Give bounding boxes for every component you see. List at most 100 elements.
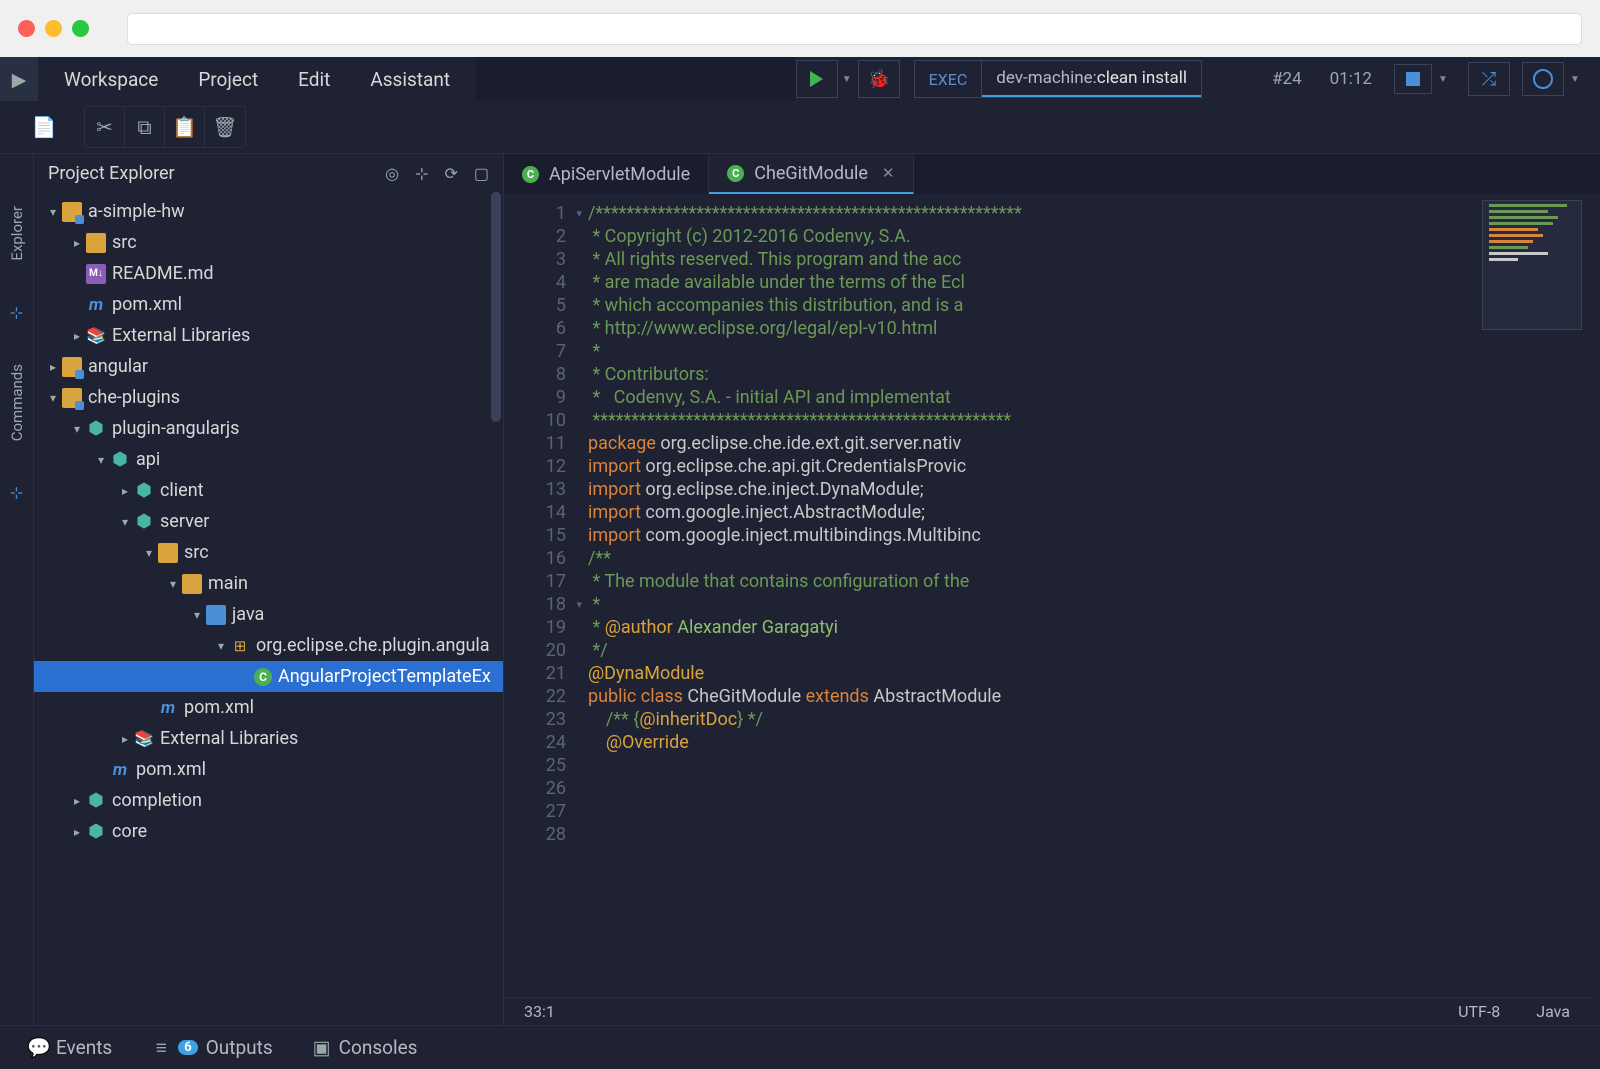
- twisty-icon[interactable]: ▸: [68, 794, 86, 808]
- copy-icon: ⧉: [137, 115, 151, 139]
- tree-row[interactable]: ▸angular: [34, 351, 503, 382]
- twisty-icon[interactable]: ▾: [44, 205, 62, 219]
- menu-workspace[interactable]: Workspace: [64, 68, 158, 91]
- tree-row[interactable]: ▾⊞org.eclipse.che.plugin.angula: [34, 630, 503, 661]
- run-button[interactable]: [796, 60, 838, 98]
- twisty-icon[interactable]: ▾: [164, 577, 182, 591]
- close-icon[interactable]: ✕: [882, 164, 895, 182]
- tree-scrollbar[interactable]: [491, 192, 501, 422]
- tree-row[interactable]: ▾main: [34, 568, 503, 599]
- mvn-icon: m: [158, 698, 178, 718]
- cube-icon: ⬢: [134, 481, 154, 501]
- editor-tab[interactable]: CCheGitModule✕: [709, 154, 913, 194]
- tree-row[interactable]: ▸📚External Libraries: [34, 723, 503, 754]
- settings-button[interactable]: [1522, 62, 1564, 96]
- tree-row[interactable]: ▾⬢api: [34, 444, 503, 475]
- tree-label: server: [160, 511, 209, 532]
- copy-button[interactable]: ⧉: [125, 107, 165, 147]
- tree-label: plugin-angularjs: [112, 418, 239, 439]
- tree-label: a-simple-hw: [88, 201, 185, 222]
- tree-row[interactable]: mpom.xml: [34, 289, 503, 320]
- tree-row[interactable]: ▸⬢client: [34, 475, 503, 506]
- tree-row[interactable]: ▸⬢completion: [34, 785, 503, 816]
- delete-button[interactable]: 🗑: [205, 107, 245, 147]
- twisty-icon[interactable]: ▾: [92, 453, 110, 467]
- tree-label: External Libraries: [112, 325, 250, 346]
- run-dropdown-icon[interactable]: ▼: [840, 74, 854, 85]
- minimap[interactable]: [1482, 200, 1582, 330]
- tree-row[interactable]: mpom.xml: [34, 754, 503, 785]
- twisty-icon[interactable]: ▾: [188, 608, 206, 622]
- twisty-icon[interactable]: ▸: [116, 484, 134, 498]
- twisty-icon[interactable]: ▸: [116, 732, 134, 746]
- paste-button[interactable]: 📋: [165, 107, 205, 147]
- collapse-icon[interactable]: ⊹: [415, 164, 428, 183]
- explorer-tree[interactable]: ▾a-simple-hw▸srcM↓README.mdmpom.xml▸📚Ext…: [34, 192, 503, 1025]
- rail-explorer[interactable]: Explorer: [8, 194, 26, 273]
- editor-tabs: CApiServletModuleCCheGitModule✕: [504, 154, 1600, 194]
- settings-dropdown-icon[interactable]: ▼: [1564, 74, 1586, 85]
- tree-row[interactable]: ▸⬢core: [34, 816, 503, 847]
- tab-events[interactable]: 💬 Events: [30, 1036, 112, 1059]
- code-editor[interactable]: 1234567891011121314151617181920212223242…: [504, 194, 1600, 1025]
- nav-arrow-icon[interactable]: ▶: [0, 57, 38, 101]
- tree-row[interactable]: ▾java: [34, 599, 503, 630]
- tree-row[interactable]: ▾ src: [34, 537, 503, 568]
- tree-row[interactable]: ▸📚External Libraries: [34, 320, 503, 351]
- twisty-icon[interactable]: ▸: [68, 236, 86, 250]
- min-icon[interactable]: ▢: [474, 164, 489, 183]
- fold-icon: [86, 233, 106, 253]
- rail-commands[interactable]: Commands: [8, 352, 26, 453]
- editor-tab[interactable]: CApiServletModule: [504, 154, 709, 194]
- tree-row[interactable]: M↓README.md: [34, 258, 503, 289]
- tree-row[interactable]: ▾⬢plugin-angularjs: [34, 413, 503, 444]
- proj-icon: [62, 202, 82, 222]
- tree-row[interactable]: CAngularProjectTemplateEx: [34, 661, 503, 692]
- exec-value[interactable]: dev-machine: clean install: [982, 61, 1201, 97]
- twisty-icon[interactable]: ▾: [140, 546, 158, 560]
- url-bar[interactable]: [127, 13, 1582, 45]
- menu-bar: ▶ Workspace Project Edit Assistant ▼ 🐞 E…: [0, 57, 1600, 101]
- menu-edit[interactable]: Edit: [298, 68, 330, 91]
- cls-icon: C: [254, 668, 272, 686]
- edit-group: ✂ ⧉ 📋 🗑: [84, 106, 246, 148]
- window-min-dot[interactable]: [45, 20, 62, 37]
- tree-label: External Libraries: [160, 728, 298, 749]
- menu-assistant[interactable]: Assistant: [370, 68, 450, 91]
- rail-sep-icon: ⊹: [10, 303, 23, 322]
- fold-icon: [182, 574, 202, 594]
- process-button[interactable]: [1394, 64, 1432, 94]
- tree-label: src: [184, 542, 209, 563]
- menu-project[interactable]: Project: [198, 68, 258, 91]
- encoding[interactable]: UTF-8: [1458, 1002, 1500, 1021]
- twisty-icon[interactable]: ▾: [68, 422, 86, 436]
- debug-button[interactable]: 🐞: [858, 60, 900, 98]
- twisty-icon[interactable]: ▸: [68, 329, 86, 343]
- new-file-button[interactable]: 📄: [24, 107, 64, 147]
- twisty-icon[interactable]: ▸: [68, 825, 86, 839]
- window-max-dot[interactable]: [72, 20, 89, 37]
- twisty-icon[interactable]: ▾: [212, 639, 230, 653]
- language[interactable]: Java: [1536, 1002, 1570, 1021]
- twisty-icon[interactable]: ▾: [116, 515, 134, 529]
- paste-icon: 📋: [172, 115, 197, 139]
- build-number: #24: [1272, 69, 1302, 89]
- twisty-icon[interactable]: ▸: [44, 360, 62, 374]
- twisty-icon[interactable]: ▾: [44, 391, 62, 405]
- cut-button[interactable]: ✂: [85, 107, 125, 147]
- tree-row[interactable]: ▸src: [34, 227, 503, 258]
- tree-row[interactable]: ▾che-plugins: [34, 382, 503, 413]
- tree-row[interactable]: ▾⬢server: [34, 506, 503, 537]
- locate-icon[interactable]: ◎: [385, 164, 399, 183]
- tab-consoles[interactable]: ▣ Consoles: [313, 1036, 418, 1059]
- exec-box[interactable]: EXEC dev-machine: clean install: [914, 60, 1202, 98]
- refresh-icon[interactable]: ⟳: [444, 164, 457, 183]
- outputs-badge: 6: [178, 1040, 197, 1055]
- tree-row[interactable]: ▾ a-simple-hw: [34, 196, 503, 227]
- tab-outputs[interactable]: ≡ 6 Outputs: [152, 1036, 272, 1059]
- tree-row[interactable]: mpom.xml: [34, 692, 503, 723]
- split-button[interactable]: ⤮: [1468, 62, 1510, 96]
- window-close-dot[interactable]: [18, 20, 35, 37]
- code-content[interactable]: /***************************************…: [588, 202, 1600, 754]
- process-dropdown-icon[interactable]: ▼: [1432, 74, 1454, 85]
